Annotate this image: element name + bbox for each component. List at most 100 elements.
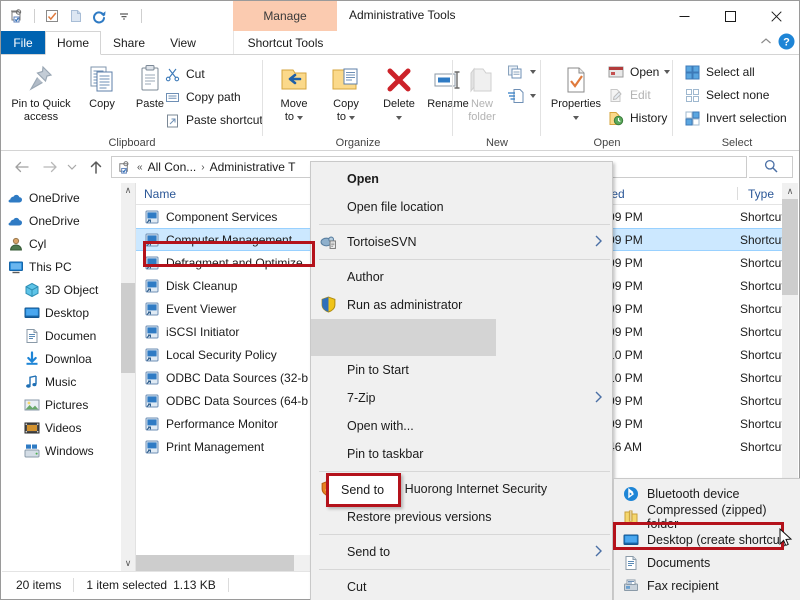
sidebar-item-onedrive[interactable]: OneDrive [2, 209, 135, 232]
tab-share[interactable]: Share [101, 31, 157, 55]
chevron-down-icon[interactable] [664, 70, 671, 74]
submenu-item-desktop-create-shortcut[interactable]: Desktop (create shortcut) [614, 528, 800, 551]
nav-scroll-down-arrow[interactable]: ∨ [121, 556, 135, 571]
menu-item-pin-to-start[interactable]: Pin to Start [311, 356, 612, 384]
shortcut-icon [144, 324, 160, 340]
menu-item-label: Run as administrator [347, 298, 463, 312]
sidebar-item-videos[interactable]: Videos [2, 416, 135, 439]
open-button[interactable]: Open [605, 61, 671, 83]
recent-locations-button[interactable] [61, 157, 83, 177]
copy-to-button[interactable]: Copy to [321, 59, 371, 124]
new-item-button[interactable] [505, 61, 536, 83]
chevron-down-icon[interactable] [297, 116, 304, 120]
cut-button[interactable]: Cut [161, 63, 205, 85]
redo-icon[interactable] [90, 6, 110, 26]
send-to-submenu[interactable]: Bluetooth device Compressed (zipped) fold… [613, 478, 800, 600]
submenu-item-label: Desktop (create shortcut) [647, 532, 788, 547]
collapse-ribbon-icon[interactable] [760, 37, 772, 49]
invert-selection-button[interactable]: Invert selection [681, 107, 787, 129]
documents-icon [623, 555, 639, 571]
menu-item-label: Cut [347, 580, 367, 594]
select-all-button[interactable]: Select all [681, 61, 755, 83]
close-button[interactable] [753, 1, 799, 31]
ribbon-group-new: New folder New [453, 55, 541, 151]
breadcrumb-item-all-control-panel[interactable]: All Con... [148, 160, 197, 174]
nav-scroll-thumb[interactable] [121, 283, 135, 373]
new-folder-icon[interactable] [66, 6, 86, 26]
properties-icon[interactable] [7, 6, 27, 26]
menu-item-author[interactable]: Author [311, 263, 612, 291]
easy-access-button[interactable] [505, 85, 536, 107]
sidebar-item-downloa[interactable]: Downloa [2, 347, 135, 370]
menu-item-run-as-administrator[interactable]: Run as administrator [311, 291, 612, 319]
sidebar-item-cyl[interactable]: Cyl [2, 232, 135, 255]
nav-scroll-up-arrow[interactable]: ∧ [121, 183, 135, 198]
shortcut-icon [144, 370, 160, 386]
menu-item-open[interactable]: Open [311, 165, 612, 193]
submenu-item-fax-recipient[interactable]: Fax recipient [614, 574, 800, 597]
select-none-button[interactable]: Select none [681, 84, 769, 106]
properties-button[interactable]: Properties [545, 59, 607, 124]
submenu-item-compressed-zipped-folder[interactable]: Compressed (zipped) folder [614, 503, 800, 531]
manage-contextual-tab[interactable]: Manage [233, 1, 337, 31]
file-type-cell: Shortcut [740, 439, 785, 454]
paste-shortcut-button[interactable]: Paste shortcut [161, 109, 263, 131]
menu-item-tortoisesvn[interactable]: TortoiseSVN [311, 228, 612, 256]
file-type-cell: Shortcut [740, 370, 785, 385]
chevron-down-icon[interactable] [349, 116, 356, 120]
up-button[interactable] [85, 157, 107, 177]
minimize-button[interactable] [661, 1, 707, 31]
sidebar-item-3d-object[interactable]: 3D Object [2, 278, 135, 301]
history-label: History [630, 111, 668, 125]
select-group-label: Select [721, 137, 753, 149]
navigation-pane[interactable]: OneDrive OneDrive Cyl This PC 3D Object Deskt… [2, 183, 135, 571]
submenu-item-documents[interactable]: Documents [614, 551, 800, 574]
scroll-up-arrow[interactable]: ∧ [782, 183, 798, 199]
back-button[interactable] [11, 157, 33, 177]
nav-pane-scrollbar[interactable]: ∧ ∨ [121, 183, 135, 571]
breadcrumb-overflow[interactable]: « [137, 162, 143, 173]
sidebar-item-pictures[interactable]: Pictures [2, 393, 135, 416]
customize-dropdown-icon[interactable] [114, 6, 134, 26]
sidebar-item-documen[interactable]: Documen [2, 324, 135, 347]
context-menu[interactable]: Open Open file location TortoiseSVN Author R… [310, 161, 613, 600]
copy-button[interactable]: Copy [79, 59, 125, 111]
chevron-right-icon[interactable]: › [201, 162, 204, 173]
tab-shortcut-tools[interactable]: Shortcut Tools [233, 31, 337, 55]
sidebar-item-desktop[interactable]: Desktop [2, 301, 135, 324]
menu-item-open-file-location[interactable]: Open file location [311, 193, 612, 221]
menu-item-cut[interactable]: Cut [311, 573, 612, 600]
help-icon[interactable]: ? [778, 33, 795, 53]
menu-item-send-to[interactable]: Send to [311, 538, 612, 566]
sidebar-item-windows[interactable]: Windows [2, 439, 135, 462]
chevron-down-icon[interactable] [530, 70, 536, 74]
pin-to-quick-access-button[interactable]: Pin to Quick access [7, 59, 75, 124]
vertical-scroll-thumb[interactable] [782, 199, 798, 295]
new-folder-button[interactable]: New folder [457, 59, 507, 124]
tab-file[interactable]: File [1, 31, 45, 55]
move-to-button[interactable]: Move to [269, 59, 319, 124]
history-button[interactable]: History [605, 107, 667, 129]
sidebar-item-music[interactable]: Music [2, 370, 135, 393]
maximize-button[interactable] [707, 1, 753, 31]
sidebar-item-onedrive[interactable]: OneDrive [2, 186, 135, 209]
breadcrumb-item-administrative-tools[interactable]: Administrative T [210, 160, 296, 174]
chevron-down-icon[interactable] [573, 116, 579, 120]
search-input[interactable] [749, 156, 793, 178]
copy-path-button[interactable]: Copy path [161, 86, 241, 108]
menu-item-open-with[interactable]: Open with... [311, 412, 612, 440]
menu-item-7-zip[interactable]: 7-Zip [311, 384, 612, 412]
tab-home[interactable]: Home [45, 31, 101, 55]
checkbox-icon[interactable] [42, 6, 62, 26]
tab-view[interactable]: View [157, 31, 209, 55]
edit-button[interactable]: Edit [605, 84, 651, 106]
horizontal-scroll-thumb[interactable] [136, 555, 294, 571]
chevron-down-icon[interactable] [530, 94, 536, 98]
sidebar-item-this-pc[interactable]: This PC [2, 255, 135, 278]
delete-button[interactable]: Delete [375, 59, 423, 124]
chevron-down-icon[interactable] [396, 116, 402, 120]
menu-item-restore-previous-versions[interactable]: Restore previous versions [311, 503, 612, 531]
status-separator-2 [227, 578, 229, 592]
forward-button[interactable] [39, 157, 61, 177]
menu-item-pin-to-taskbar[interactable]: Pin to taskbar [311, 440, 612, 468]
